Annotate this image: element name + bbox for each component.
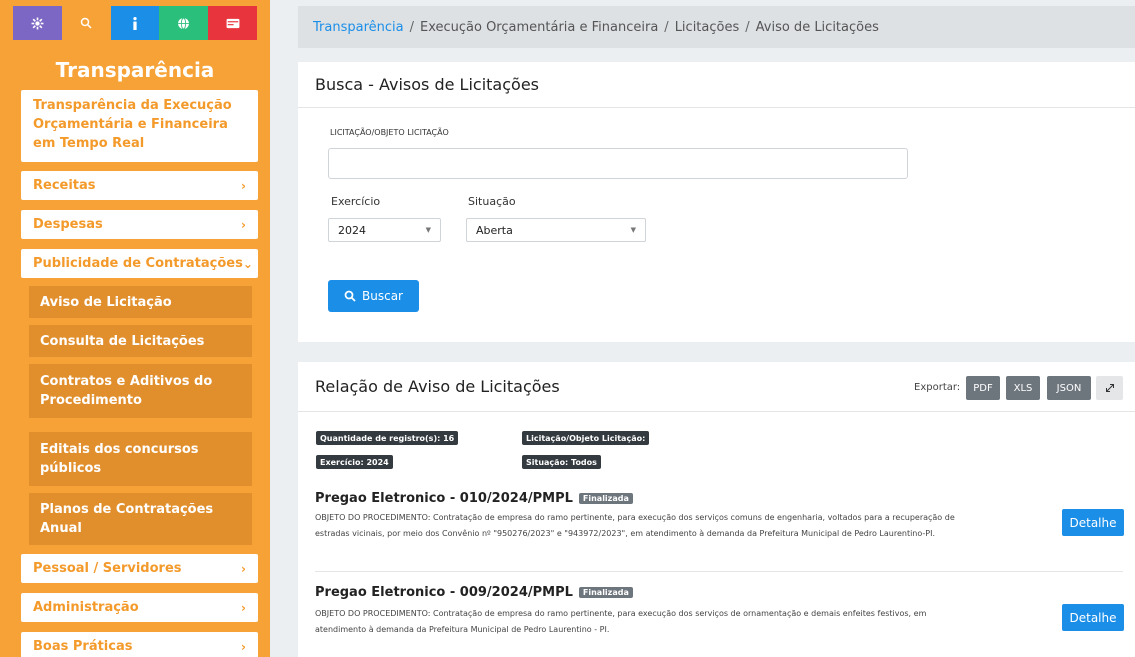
submenu-editais-concursos[interactable]: Editais dos concursos públicos bbox=[29, 432, 252, 486]
search-card: Busca - Avisos de Licitações LICITAÇÃO/O… bbox=[298, 62, 1135, 342]
sidebar-item-receitas[interactable]: Receitas › bbox=[21, 171, 258, 200]
sidebar-item-label: Receitas bbox=[33, 178, 96, 193]
licitacao-title-text: Pregao Eletronico - 009/2024/PMPL bbox=[315, 585, 573, 600]
exercicio-label: Exercício bbox=[331, 195, 381, 208]
breadcrumb-separator: / bbox=[745, 19, 750, 35]
breadcrumb-link-transparencia[interactable]: Transparência bbox=[313, 20, 404, 35]
chevron-down-icon: ⌄ bbox=[242, 256, 253, 271]
search-icon[interactable] bbox=[61, 6, 111, 40]
licitacao-item-description: OBJETO DO PROCEDIMENTO: Contratação de e… bbox=[315, 510, 1060, 542]
sidebar-item-transparencia-tempo-real[interactable]: Transparência da Execução Orçamentária e… bbox=[21, 90, 258, 162]
export-label: Exportar: bbox=[914, 382, 961, 393]
results-card: Relação de Aviso de Licitações Exportar:… bbox=[298, 362, 1135, 657]
sidebar-item-label: Administração bbox=[33, 600, 139, 615]
licitacao-item-title: Pregao Eletronico - 009/2024/PMPL Finali… bbox=[315, 585, 633, 600]
sidebar-item-boas-praticas[interactable]: Boas Práticas › bbox=[21, 632, 258, 657]
exercicio-select[interactable]: 2024 ▼ bbox=[328, 218, 441, 242]
buscar-button[interactable]: Buscar bbox=[328, 280, 419, 312]
submenu-contratos-aditivos[interactable]: Contratos e Aditivos do Procedimento bbox=[29, 364, 252, 418]
description-line: OBJETO DO PROCEDIMENTO: Contratação de e… bbox=[315, 513, 955, 522]
breadcrumb: Transparência / Execução Orçamentária e … bbox=[298, 6, 1135, 48]
search-icon bbox=[344, 290, 356, 302]
submenu-label: Consulta de Licitações bbox=[40, 333, 205, 349]
exercicio-select-value: 2024 bbox=[338, 223, 366, 237]
buscar-button-label: Buscar bbox=[362, 289, 403, 303]
breadcrumb-item[interactable]: Execução Orçamentária e Financeira bbox=[420, 20, 658, 35]
licitacao-title-text: Pregao Eletronico - 010/2024/PMPL bbox=[315, 491, 573, 506]
submenu-label: Contratos e Aditivos do Procedimento bbox=[40, 374, 213, 408]
globe-icon[interactable] bbox=[159, 6, 209, 40]
tag-licitacao-objeto: Licitação/Objeto Licitação: bbox=[522, 431, 650, 445]
submenu-label: Editais dos concursos públicos bbox=[40, 442, 199, 476]
submenu-label: Aviso de Licitação bbox=[40, 294, 172, 310]
export-json-button[interactable]: JSON bbox=[1047, 376, 1091, 400]
search-card-title: Busca - Avisos de Licitações bbox=[298, 62, 1135, 108]
sidebar-title: Transparência bbox=[55, 58, 215, 82]
status-badge: Finalizada bbox=[578, 493, 633, 504]
description-line: estradas vicinais, por meio dos Convênio… bbox=[315, 529, 936, 538]
breadcrumb-item-current: Aviso de Licitações bbox=[755, 19, 879, 35]
divider bbox=[315, 571, 1123, 572]
detalhe-button[interactable]: Detalhe bbox=[1062, 509, 1124, 536]
sidebar-item-label: Boas Práticas bbox=[33, 639, 133, 654]
id-card-icon[interactable] bbox=[208, 6, 257, 40]
situacao-label: Situação bbox=[468, 195, 516, 208]
sidebar-item-label: Publicidade de Contratações bbox=[33, 256, 243, 271]
tag-quantidade-registros: Quantidade de registro(s): 16 bbox=[316, 431, 459, 445]
chevron-right-icon: › bbox=[241, 178, 246, 193]
caret-down-icon: ▼ bbox=[425, 226, 431, 234]
description-line: atendimento à demanda da Prefeitura Muni… bbox=[315, 625, 610, 634]
info-icon[interactable] bbox=[110, 6, 160, 40]
status-badge: Finalizada bbox=[578, 587, 633, 598]
chevron-right-icon: › bbox=[241, 561, 246, 576]
breadcrumb-item[interactable]: Licitações bbox=[675, 20, 740, 35]
situacao-select[interactable]: Aberta ▼ bbox=[466, 218, 646, 242]
submenu-consulta-licitacoes[interactable]: Consulta de Licitações bbox=[29, 325, 252, 357]
licitacao-search-input[interactable] bbox=[328, 148, 908, 179]
situacao-select-value: Aberta bbox=[476, 223, 513, 237]
description-line: OBJETO DO PROCEDIMENTO: Contratação de e… bbox=[315, 609, 927, 618]
licitacao-field-label: LICITAÇÃO/OBJETO LICITAÇÃO bbox=[330, 128, 449, 137]
sidebar-item-despesas[interactable]: Despesas › bbox=[21, 210, 258, 239]
licitacao-item-description: OBJETO DO PROCEDIMENTO: Contratação de e… bbox=[315, 606, 1060, 638]
tag-situacao: Situação: Todos bbox=[522, 455, 601, 469]
sidebar-top-icons bbox=[13, 6, 257, 40]
detalhe-button[interactable]: Detalhe bbox=[1062, 604, 1124, 631]
caret-down-icon: ▼ bbox=[630, 226, 636, 234]
sidebar-item-label: Transparência da Execução Orçamentária e… bbox=[33, 98, 232, 151]
sidebar-item-label: Despesas bbox=[33, 217, 103, 232]
breadcrumb-separator: / bbox=[409, 19, 414, 35]
expand-icon[interactable] bbox=[1096, 376, 1123, 400]
submenu-label: Planos de Contratações Anual bbox=[40, 502, 214, 536]
submenu-planos-contratacoes[interactable]: Planos de Contratações Anual bbox=[29, 493, 252, 545]
chevron-right-icon: › bbox=[241, 217, 246, 232]
sidebar-item-label: Pessoal / Servidores bbox=[33, 561, 182, 576]
sidebar-item-pessoal-servidores[interactable]: Pessoal / Servidores › bbox=[21, 554, 258, 583]
export-xls-button[interactable]: XLS bbox=[1006, 376, 1040, 400]
breadcrumb-separator: / bbox=[664, 19, 669, 35]
submenu-aviso-licitacao[interactable]: Aviso de Licitação bbox=[29, 286, 252, 318]
licitacao-item-title: Pregao Eletronico - 010/2024/PMPL Finali… bbox=[315, 491, 633, 506]
sidebar-item-publicidade-contratacoes[interactable]: Publicidade de Contratações ⌄ bbox=[21, 249, 258, 278]
sidebar: Transparência Transparência da Execução … bbox=[0, 0, 270, 657]
tag-exercicio: Exercício: 2024 bbox=[316, 455, 393, 469]
chevron-right-icon: › bbox=[241, 639, 246, 654]
chevron-right-icon: › bbox=[241, 600, 246, 615]
sidebar-item-administracao[interactable]: Administração › bbox=[21, 593, 258, 622]
export-pdf-button[interactable]: PDF bbox=[966, 376, 1000, 400]
gear-icon[interactable] bbox=[13, 6, 62, 40]
